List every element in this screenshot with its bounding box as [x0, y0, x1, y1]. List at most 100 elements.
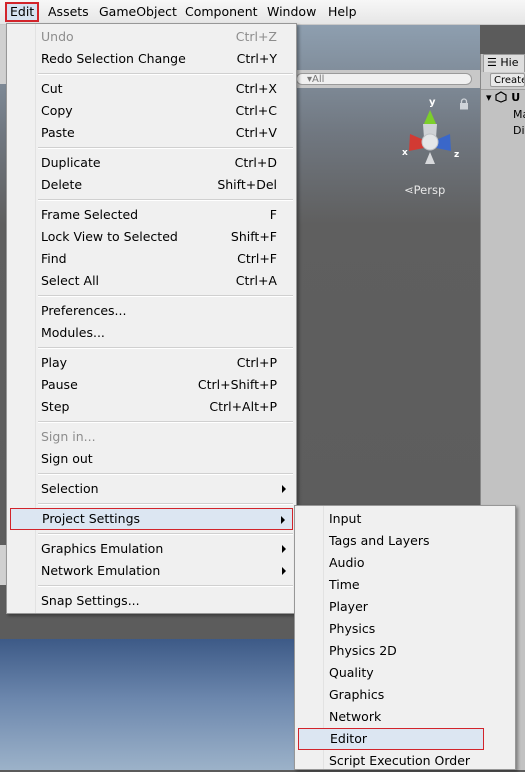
menu-separator — [38, 295, 293, 297]
menu-item-audio[interactable]: Audio — [298, 552, 512, 574]
gizmo-y-label: y — [429, 97, 436, 108]
menu-item-sign-out[interactable]: Sign out — [10, 448, 293, 470]
menu-item-quality[interactable]: Quality — [298, 662, 512, 684]
menu-item-label: Project Settings — [42, 511, 141, 526]
menu-item-label: Delete — [41, 177, 83, 192]
menu-item-tags-and-layers[interactable]: Tags and Layers — [298, 530, 512, 552]
menu-item-input[interactable]: Input — [298, 508, 512, 530]
menu-item-shortcut: Ctrl+D — [234, 155, 277, 170]
menu-item-play[interactable]: Play Ctrl+P — [10, 352, 293, 374]
menu-item-label: Graphics — [329, 687, 385, 702]
menu-item-shortcut: Ctrl+F — [237, 251, 277, 266]
menu-item-frame-selected[interactable]: Frame Selected F — [10, 204, 293, 226]
menu-item-shortcut: Ctrl+Shift+P — [197, 377, 277, 392]
menu-item-label: Duplicate — [41, 155, 101, 170]
menu-item-shortcut: F — [269, 207, 277, 222]
menu-item-network[interactable]: Network — [298, 706, 512, 728]
menu-item-graphics-emulation[interactable]: Graphics Emulation — [10, 538, 293, 560]
scene-search-input[interactable]: ▾All — [296, 73, 472, 85]
menu-item-shortcut: Shift+Del — [217, 177, 277, 192]
menu-item-label: Snap Settings... — [41, 593, 140, 608]
menu-component[interactable]: Component — [185, 3, 258, 20]
menu-item-project-settings[interactable]: Project Settings — [10, 508, 293, 530]
menu-item-cut[interactable]: Cut Ctrl+X — [10, 78, 293, 100]
create-button[interactable]: Create — [490, 73, 525, 87]
menu-item-shortcut: Ctrl+P — [236, 355, 277, 370]
menu-separator — [38, 421, 293, 423]
menu-item-graphics[interactable]: Graphics — [298, 684, 512, 706]
submenu-arrow-icon — [282, 545, 286, 553]
menu-assets[interactable]: Assets — [48, 3, 89, 20]
menu-item-pause[interactable]: Pause Ctrl+Shift+P — [10, 374, 293, 396]
menu-item-shortcut: Shift+F — [230, 229, 277, 244]
menu-edit[interactable]: Edit — [5, 2, 40, 22]
menu-item-label: Time — [329, 577, 360, 592]
menu-item-label: Modules... — [41, 325, 105, 340]
menu-item-label: Selection — [41, 481, 99, 496]
menu-item-label: Find — [41, 251, 67, 266]
menu-item-shortcut: Ctrl+X — [235, 81, 277, 96]
menu-gameobject[interactable]: GameObject — [99, 3, 177, 20]
menu-item-copy[interactable]: Copy Ctrl+C — [10, 100, 293, 122]
menu-window[interactable]: Window — [267, 3, 316, 20]
menu-item-preferences[interactable]: Preferences... — [10, 300, 293, 322]
orientation-gizmo[interactable]: y x z — [398, 96, 464, 166]
menu-separator — [38, 473, 293, 475]
menu-item-select-all[interactable]: Select All Ctrl+A — [10, 270, 293, 292]
menu-item-label: Step — [41, 399, 70, 414]
menu-item-lock-view-to-selected[interactable]: Lock View to Selected Shift+F — [10, 226, 293, 248]
menu-item-label: Lock View to Selected — [41, 229, 178, 244]
menu-item-undo: Undo Ctrl+Z — [10, 26, 293, 48]
menu-item-label: Physics — [329, 621, 376, 636]
menu-item-delete[interactable]: Delete Shift+Del — [10, 174, 293, 196]
gizmo-x-label: x — [402, 148, 408, 158]
scene-search-placeholder: All — [312, 74, 325, 85]
menu-separator — [38, 347, 293, 349]
menu-separator — [38, 73, 293, 75]
menu-item-physics-2d[interactable]: Physics 2D — [298, 640, 512, 662]
menu-item-editor[interactable]: Editor — [298, 728, 484, 750]
scene-root-row[interactable]: ▾ U — [486, 91, 520, 104]
projection-label: Persp — [413, 183, 446, 197]
menu-item-label: Input — [329, 511, 362, 526]
menu-item-physics[interactable]: Physics — [298, 618, 512, 640]
menu-item-paste[interactable]: Paste Ctrl+V — [10, 122, 293, 144]
menu-separator — [38, 533, 293, 535]
menu-item-shortcut: Ctrl+Alt+P — [209, 399, 277, 414]
gizmo-z-label: z — [454, 150, 459, 160]
submenu-arrow-icon — [282, 567, 286, 575]
hierarchy-row[interactable]: Di — [513, 124, 525, 137]
menu-item-sign-in: Sign in... — [10, 426, 293, 448]
menu-item-shortcut: Ctrl+A — [235, 273, 277, 288]
tab-hierarchy[interactable]: ☰ Hie — [483, 54, 525, 72]
menu-item-redo-selection-change[interactable]: Redo Selection Change Ctrl+Y — [10, 48, 293, 70]
menu-item-selection[interactable]: Selection — [10, 478, 293, 500]
menu-item-label: Frame Selected — [41, 207, 139, 222]
menu-item-label: Quality — [329, 665, 374, 680]
gizmo-y-cone[interactable] — [423, 110, 437, 126]
menu-item-label: Audio — [329, 555, 365, 570]
menu-item-label: Copy — [41, 103, 73, 118]
menu-item-script-execution-order[interactable]: Script Execution Order — [298, 750, 512, 772]
menu-item-snap-settings[interactable]: Snap Settings... — [10, 590, 293, 612]
menu-item-label: Editor — [330, 731, 367, 746]
menu-item-find[interactable]: Find Ctrl+F — [10, 248, 293, 270]
menu-separator — [38, 585, 293, 587]
edit-menu: Undo Ctrl+Z Redo Selection Change Ctrl+Y Cut… — [6, 23, 297, 614]
expand-arrow-icon: ▾ — [486, 91, 492, 104]
menu-item-label: Physics 2D — [329, 643, 397, 658]
menu-item-duplicate[interactable]: Duplicate Ctrl+D — [10, 152, 293, 174]
menu-help[interactable]: Help — [328, 3, 357, 20]
menu-item-label: Network Emulation — [41, 563, 161, 578]
menu-item-step[interactable]: Step Ctrl+Alt+P — [10, 396, 293, 418]
menu-item-network-emulation[interactable]: Network Emulation — [10, 560, 293, 582]
menu-separator — [38, 199, 293, 201]
menu-item-player[interactable]: Player — [298, 596, 512, 618]
projection-toggle[interactable]: ⋖Persp — [404, 183, 445, 197]
menu-item-shortcut: Ctrl+C — [235, 103, 277, 118]
unity-logo-icon — [495, 91, 507, 103]
menu-item-modules[interactable]: Modules... — [10, 322, 293, 344]
menu-item-time[interactable]: Time — [298, 574, 512, 596]
menu-item-label: Script Execution Order — [329, 753, 471, 768]
hierarchy-row[interactable]: Ma — [513, 108, 525, 121]
